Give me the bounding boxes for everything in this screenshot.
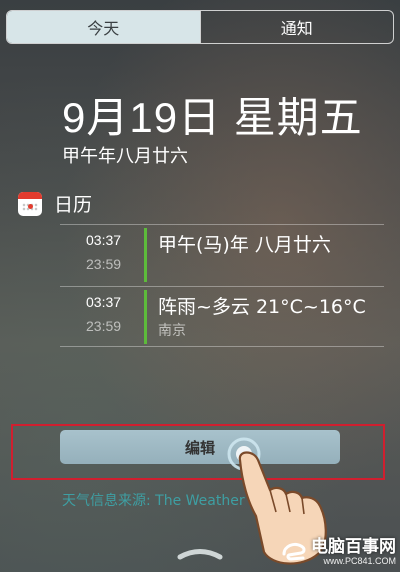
calendar-event[interactable]: 03:37 23:59 甲午(马)年 八月廿六 (60, 228, 384, 282)
date-heading: 9月19日 星期五 (62, 94, 363, 141)
watermark: 电脑百事网 www.PC841.COM (281, 539, 396, 566)
tab-today[interactable]: 今天 (7, 11, 200, 43)
calendar-label: 日历 (54, 194, 93, 216)
event-location: 南京 (158, 323, 186, 339)
calendar-icon (18, 191, 42, 216)
event-color-bar (144, 228, 147, 282)
event-start-time: 03:37 (86, 294, 122, 310)
event-color-bar (144, 290, 147, 344)
calendar-event[interactable]: 03:37 23:59 阵雨~多云 21°C~16°C 南京 (60, 290, 384, 344)
segmented-control: 今天 通知 (6, 10, 394, 44)
event-title: 甲午(马)年 八月廿六 (158, 234, 331, 256)
event-title: 阵雨~多云 21°C~16°C (158, 296, 366, 318)
event-start-time: 03:37 (86, 232, 122, 248)
divider (60, 286, 384, 287)
event-end-time: 23:59 (86, 318, 122, 334)
divider (60, 224, 384, 225)
watermark-text: 电脑百事网 (311, 537, 396, 557)
brand-logo-icon (282, 542, 306, 561)
tab-notifications[interactable]: 通知 (199, 11, 394, 43)
chevron-up-icon[interactable] (176, 548, 224, 560)
calendar-section-header[interactable]: 日历 (18, 190, 92, 217)
lunar-date: 甲午年八月廿六 (62, 146, 188, 167)
event-end-time: 23:59 (86, 256, 122, 272)
watermark-url: www.PC841.COM (323, 556, 396, 566)
divider (60, 346, 384, 347)
